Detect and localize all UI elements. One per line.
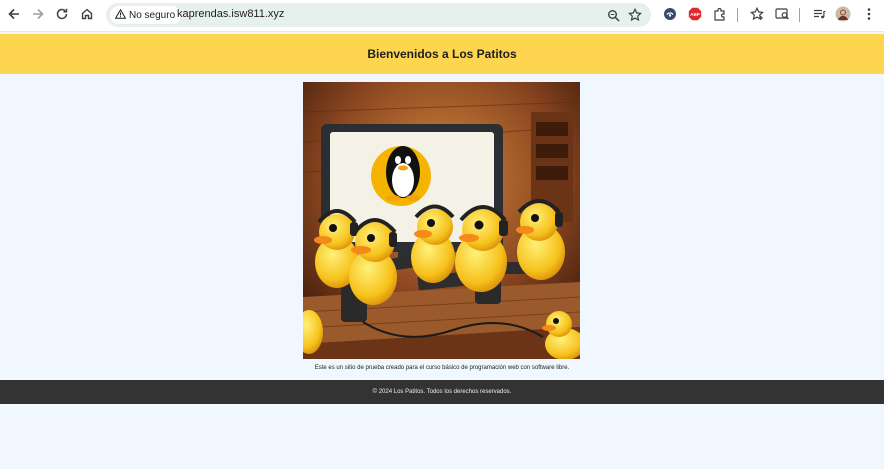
toolbar-divider xyxy=(799,8,800,22)
avatar[interactable] xyxy=(834,5,852,23)
adblock-icon[interactable]: ABP xyxy=(686,5,704,23)
reading-list-icon[interactable] xyxy=(810,5,828,23)
search-panel-icon[interactable] xyxy=(773,5,791,23)
back-icon[interactable] xyxy=(4,4,24,24)
star-icon[interactable] xyxy=(626,6,644,24)
extension-icon[interactable] xyxy=(661,5,679,23)
browser-toolbar: No seguro kaprendas.isw811.xyz ABP xyxy=(0,0,884,32)
security-label: No seguro xyxy=(129,9,176,21)
page-title: Bienvenidos a Los Patitos xyxy=(367,47,517,61)
warning-icon xyxy=(114,8,127,22)
toolbar-divider xyxy=(737,8,738,22)
zoom-icon[interactable] xyxy=(604,6,622,24)
footer-copyright: © 2024 Los Patitos. Todos los derechos r… xyxy=(372,389,512,395)
puzzle-icon[interactable] xyxy=(711,5,729,23)
url-text[interactable]: kaprendas.isw811.xyz xyxy=(177,8,284,20)
site-description: Este es un sitio de prueba creado para e… xyxy=(314,365,570,371)
home-icon[interactable] xyxy=(77,4,97,24)
security-chip[interactable]: No seguro xyxy=(110,6,182,24)
forward-icon[interactable] xyxy=(28,4,48,24)
menu-icon[interactable] xyxy=(860,5,878,23)
bookmark-icon[interactable] xyxy=(748,5,766,23)
site-footer: © 2024 Los Patitos. Todos los derechos r… xyxy=(0,380,884,404)
reload-icon[interactable] xyxy=(52,4,72,24)
hero-image xyxy=(303,82,580,359)
svg-text:ABP: ABP xyxy=(690,12,700,17)
site-header: Bienvenidos a Los Patitos xyxy=(0,34,884,74)
address-bar[interactable]: No seguro kaprendas.isw811.xyz xyxy=(106,3,651,27)
